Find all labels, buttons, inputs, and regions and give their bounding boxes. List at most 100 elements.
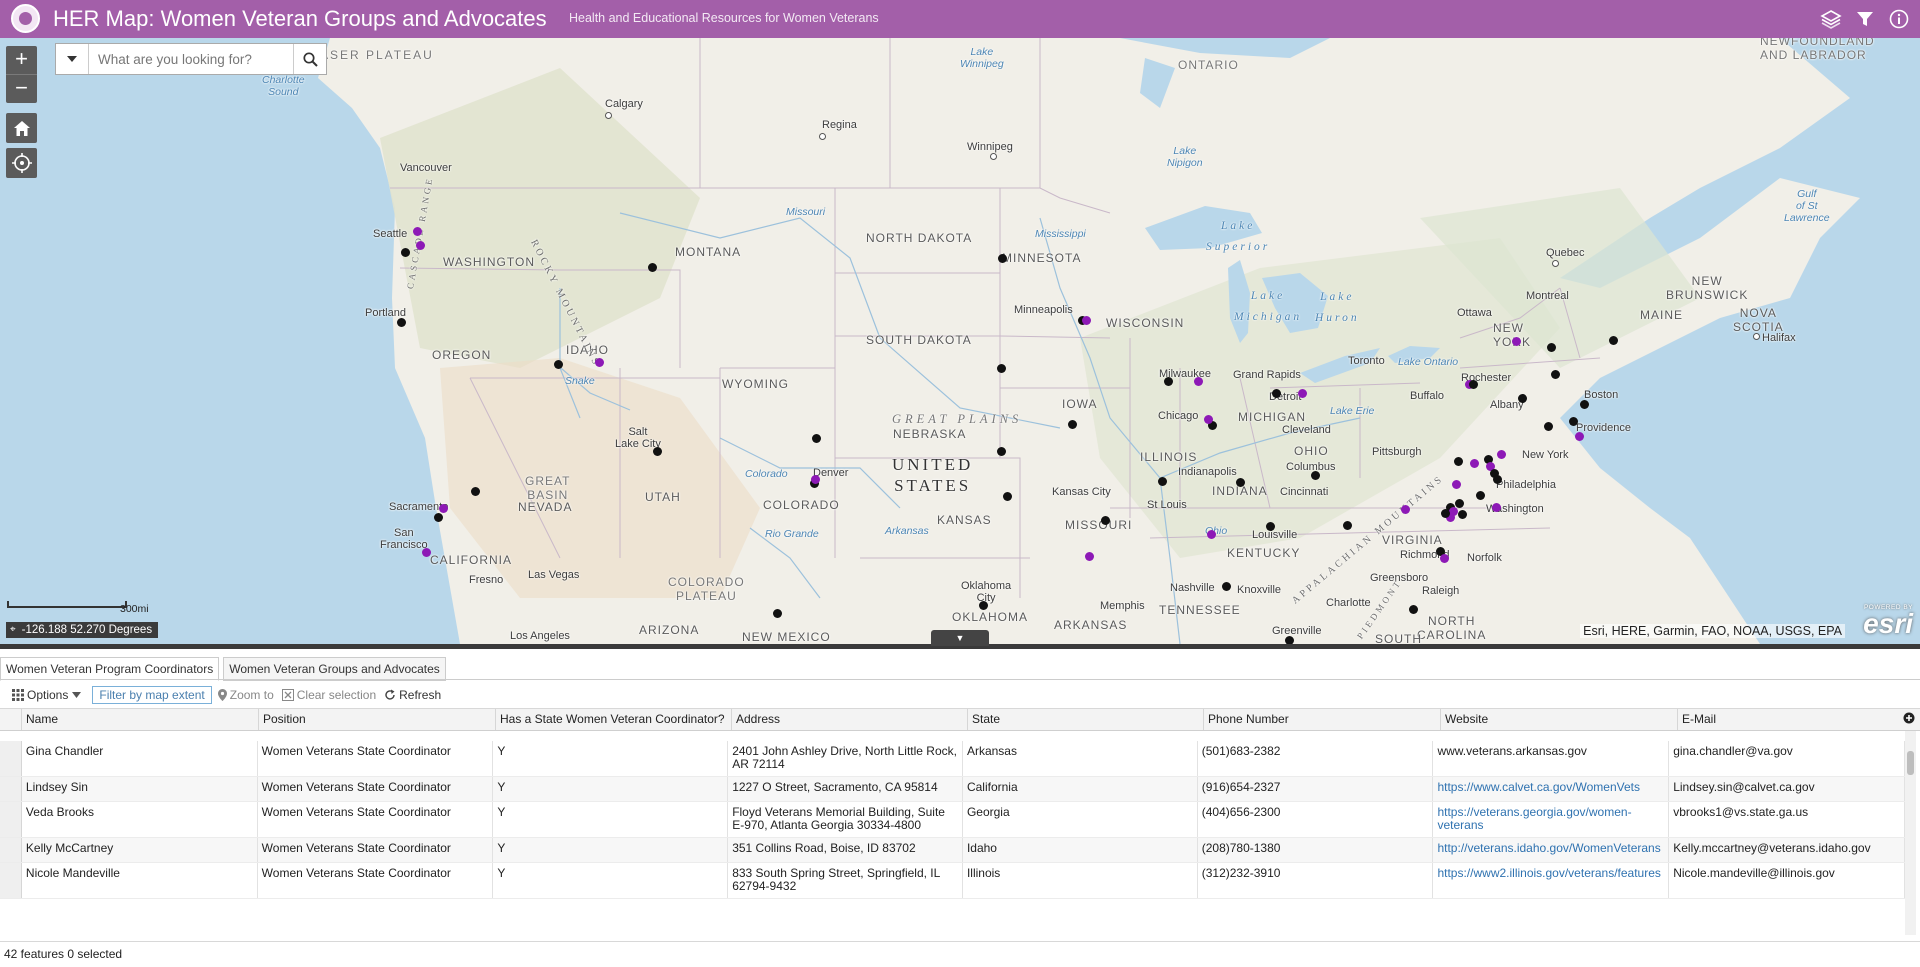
search-button[interactable]	[293, 44, 326, 74]
coordinator-point[interactable]	[1101, 516, 1110, 525]
column-header-address[interactable]: Address	[732, 709, 968, 730]
coordinator-point[interactable]	[1266, 522, 1275, 531]
row-selector[interactable]	[0, 777, 22, 801]
group-point[interactable]	[1492, 503, 1501, 512]
zoom-to-button[interactable]: Zoom to	[217, 688, 274, 702]
group-point[interactable]	[811, 475, 820, 484]
coordinator-point[interactable]	[1068, 420, 1077, 429]
group-point[interactable]	[595, 358, 604, 367]
row-selector[interactable]	[0, 802, 22, 837]
table-row[interactable]: Kelly McCartney Women Veterans State Coor…	[0, 838, 1905, 863]
coordinator-point[interactable]	[812, 434, 821, 443]
search-input[interactable]	[90, 45, 290, 73]
coordinator-point[interactable]	[1547, 343, 1556, 352]
coordinator-point[interactable]	[1311, 471, 1320, 480]
group-point[interactable]	[422, 548, 431, 557]
group-point[interactable]	[439, 504, 448, 513]
coordinator-point[interactable]	[1455, 499, 1464, 508]
coordinate-readout[interactable]: ⌖ -126.188 52.270 Degrees	[6, 622, 159, 638]
coordinator-point[interactable]	[1569, 417, 1578, 426]
row-selector[interactable]	[0, 838, 22, 862]
coordinator-point[interactable]	[648, 263, 657, 272]
coordinator-point[interactable]	[401, 248, 410, 257]
coordinator-point[interactable]	[1544, 422, 1553, 431]
collapse-table-button[interactable]: ▼	[931, 630, 989, 646]
group-point[interactable]	[1575, 432, 1584, 441]
cell-website[interactable]: https://www.calvet.ca.gov/WomenVets	[1433, 777, 1670, 801]
cell-website[interactable]: https://veterans.georgia.gov/women-veter…	[1433, 802, 1670, 837]
filter-icon[interactable]	[1848, 5, 1882, 33]
tab-program-coordinators[interactable]: Women Veteran Program Coordinators	[0, 657, 220, 681]
coordinator-point[interactable]	[1469, 380, 1478, 389]
coordinator-point[interactable]	[1458, 510, 1467, 519]
refresh-button[interactable]: Refresh	[384, 688, 441, 702]
table-row[interactable]: Veda Brooks Women Veterans State Coordina…	[0, 802, 1905, 838]
coordinator-point[interactable]	[1236, 478, 1245, 487]
coordinator-point[interactable]	[1441, 509, 1450, 518]
coordinator-point[interactable]	[979, 601, 988, 610]
group-point[interactable]	[1452, 480, 1461, 489]
group-point[interactable]	[1085, 552, 1094, 561]
tab-groups-advocates[interactable]: Women Veteran Groups and Advocates	[223, 657, 446, 681]
add-column-button[interactable]	[1901, 710, 1916, 725]
column-header-email[interactable]: E-Mail	[1678, 709, 1915, 730]
coordinator-point[interactable]	[1409, 605, 1418, 614]
coordinator-point[interactable]	[1454, 457, 1463, 466]
coordinator-point[interactable]	[1580, 400, 1589, 409]
map-view[interactable]: FRASER PLATEAU ONTARIO NEWFOUNDLAND AND …	[0, 38, 1920, 644]
coordinator-point[interactable]	[1003, 492, 1012, 501]
zoom-out-button[interactable]: −	[6, 75, 37, 103]
grid-scrollbar[interactable]	[1905, 731, 1916, 935]
coordinator-point[interactable]	[1272, 389, 1281, 398]
coordinator-point[interactable]	[1493, 475, 1502, 484]
row-selector[interactable]	[0, 741, 22, 776]
table-row[interactable]: Lindsey Sin Women Veterans State Coordina…	[0, 777, 1905, 802]
column-header-state[interactable]: State	[968, 709, 1204, 730]
coordinator-point[interactable]	[1158, 477, 1167, 486]
coordinator-point[interactable]	[997, 364, 1006, 373]
select-all-column[interactable]	[0, 709, 22, 730]
coordinator-point[interactable]	[1518, 394, 1527, 403]
coordinator-point[interactable]	[1164, 377, 1173, 386]
column-header-position[interactable]: Position	[259, 709, 496, 730]
group-point[interactable]	[413, 227, 422, 236]
group-point[interactable]	[1298, 389, 1307, 398]
cell-website[interactable]: http://veterans.idaho.gov/WomenVeterans	[1433, 838, 1670, 862]
group-point[interactable]	[1204, 415, 1213, 424]
group-point[interactable]	[1401, 505, 1410, 514]
coordinator-point[interactable]	[1222, 582, 1231, 591]
column-header-has-coordinator[interactable]: Has a State Women Veteran Coordinator?	[496, 709, 732, 730]
coordinator-point[interactable]	[998, 254, 1007, 263]
table-row[interactable]: Nicole Mandeville Women Veterans State Co…	[0, 863, 1905, 899]
group-point[interactable]	[1470, 459, 1479, 468]
coordinator-point[interactable]	[1551, 370, 1560, 379]
home-button[interactable]	[6, 113, 37, 143]
coordinator-point[interactable]	[773, 609, 782, 618]
table-row[interactable]: Gina Chandler Women Veterans State Coordi…	[0, 741, 1905, 777]
group-point[interactable]	[1512, 337, 1521, 346]
coordinator-point[interactable]	[1343, 521, 1352, 530]
coordinator-point[interactable]	[653, 447, 662, 456]
column-header-phone[interactable]: Phone Number	[1204, 709, 1441, 730]
group-point[interactable]	[416, 241, 425, 250]
coordinator-point[interactable]	[1285, 636, 1294, 644]
zoom-in-button[interactable]: +	[6, 46, 37, 75]
row-selector[interactable]	[0, 863, 22, 898]
column-header-name[interactable]: Name	[22, 709, 259, 730]
coordinator-point[interactable]	[397, 318, 406, 327]
clear-selection-button[interactable]: Clear selection	[281, 688, 376, 702]
layers-icon[interactable]	[1814, 5, 1848, 33]
coordinator-point[interactable]	[1476, 491, 1485, 500]
locate-button[interactable]	[6, 148, 37, 178]
coordinator-point[interactable]	[471, 487, 480, 496]
cell-website[interactable]: https://www2.illinois.gov/veterans/featu…	[1433, 863, 1670, 898]
search-source-dropdown[interactable]	[56, 44, 89, 74]
coordinator-point[interactable]	[434, 513, 443, 522]
group-point[interactable]	[1194, 377, 1203, 386]
info-icon[interactable]	[1882, 5, 1916, 33]
esri-logo[interactable]: POWERED BY esri	[1851, 604, 1913, 640]
group-point[interactable]	[1082, 316, 1091, 325]
filter-by-extent-button[interactable]: Filter by map extent	[92, 686, 212, 704]
options-menu[interactable]: Options	[12, 688, 84, 702]
group-point[interactable]	[1497, 450, 1506, 459]
